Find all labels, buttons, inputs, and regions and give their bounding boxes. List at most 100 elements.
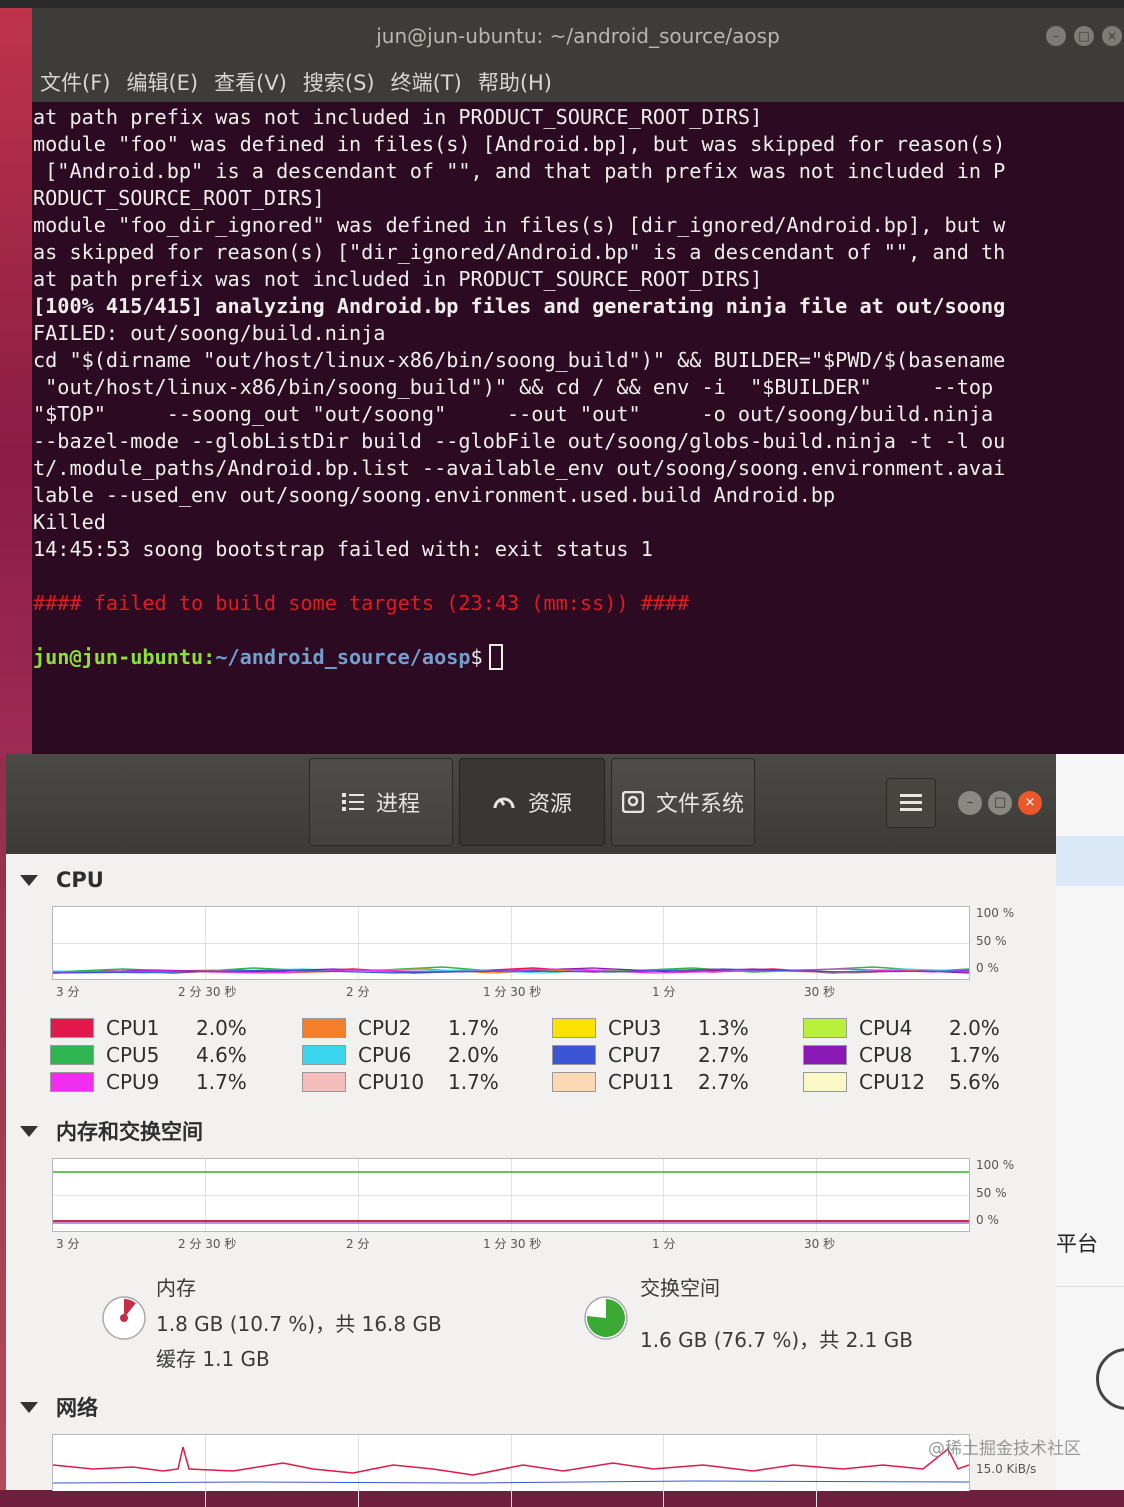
color-swatch[interactable]: [302, 1018, 346, 1038]
color-swatch[interactable]: [552, 1072, 596, 1092]
tab-filesystems[interactable]: 文件系统: [611, 758, 755, 846]
menu-help[interactable]: 帮助(H): [478, 64, 552, 102]
cpu-usage: 1.7%: [448, 1070, 499, 1094]
x-axis-label: 30 秒: [804, 1237, 836, 1251]
cpu-legend-item[interactable]: CPU8 1.7%: [803, 1043, 1009, 1067]
menu-view[interactable]: 查看(V): [214, 64, 287, 102]
x-axis-label: 3 分: [56, 985, 80, 999]
cpu-name: CPU2: [358, 1016, 412, 1040]
prompt-separator: :: [203, 645, 216, 669]
cpu-usage: 1.7%: [196, 1070, 247, 1094]
system-monitor-window[interactable]: 进程 资源 文件系统 – □ × CPU 100 % 50 % 0 % 3 分 …: [6, 754, 1056, 1507]
cpu-legend-item[interactable]: CPU1 2.0%: [50, 1016, 256, 1040]
x-axis-label: 2 分: [346, 1237, 370, 1251]
cpu-section-header[interactable]: CPU: [20, 868, 104, 892]
shell-prompt[interactable]: jun@jun-ubuntu:~/android_source/aosp$: [33, 644, 1123, 671]
build-failed-line: #### failed to build some targets (23:43…: [33, 591, 690, 615]
cpu-legend-item[interactable]: CPU10 1.7%: [302, 1070, 508, 1094]
maximize-icon[interactable]: □: [988, 791, 1012, 815]
x-axis-label: 1 分 30 秒: [483, 985, 542, 999]
list-icon: [341, 793, 364, 811]
memory-pie-icon[interactable]: [100, 1294, 148, 1342]
y-axis-label: 100 %: [976, 1158, 1015, 1172]
network-history-graph: [52, 1434, 970, 1507]
cpu-legend-item[interactable]: CPU5 4.6%: [50, 1043, 256, 1067]
cpu-usage: 2.7%: [698, 1043, 749, 1067]
menu-search[interactable]: 搜索(S): [303, 64, 375, 102]
color-swatch[interactable]: [50, 1045, 94, 1065]
cpu-name: CPU8: [859, 1043, 913, 1067]
menu-edit[interactable]: 编辑(E): [126, 64, 198, 102]
collapse-triangle-icon[interactable]: [20, 874, 38, 886]
swap-usage: 1.6 GB (76.7 %)，共 2.1 GB: [640, 1328, 913, 1352]
x-axis-label: 1 分: [652, 985, 676, 999]
menu-terminal[interactable]: 终端(T): [391, 64, 462, 102]
cpu-legend-item[interactable]: CPU9 1.7%: [50, 1070, 256, 1094]
x-axis-label: 3 分: [56, 1237, 80, 1251]
swap-pie-icon[interactable]: [582, 1294, 630, 1342]
cpu-name: CPU3: [608, 1016, 662, 1040]
terminal-title: jun@jun-ubuntu: ~/android_source/aosp: [376, 24, 780, 48]
minimize-icon[interactable]: –: [958, 791, 982, 815]
cpu-legend-item[interactable]: CPU6 2.0%: [302, 1043, 508, 1067]
collapse-triangle-icon[interactable]: [20, 1125, 38, 1137]
menu-file[interactable]: 文件(F): [40, 64, 110, 102]
cpu-usage: 2.0%: [949, 1016, 1000, 1040]
prompt-symbol: $: [470, 645, 483, 669]
y-axis-label: 0 %: [976, 1213, 999, 1227]
color-swatch[interactable]: [803, 1045, 847, 1065]
memory-lines: [53, 1171, 969, 1224]
cpu-legend-item[interactable]: CPU3 1.3%: [552, 1016, 758, 1040]
cpu-usage: 2.0%: [196, 1016, 247, 1040]
terminal-line: as skipped for reason(s) ["dir_ignored/A…: [33, 240, 1006, 264]
cpu-name: CPU5: [106, 1043, 160, 1067]
cpu-legend-item[interactable]: CPU11 2.7%: [552, 1070, 758, 1094]
cpu-legend-item[interactable]: CPU2 1.7%: [302, 1016, 508, 1040]
x-axis-label: 1 分: [652, 1237, 676, 1251]
x-axis-label: 2 分 30 秒: [178, 985, 237, 999]
network-section-header[interactable]: 网络: [20, 1392, 98, 1422]
color-swatch[interactable]: [803, 1018, 847, 1038]
swap-label: 交换空间: [640, 1276, 720, 1300]
tab-label: 资源: [527, 792, 572, 817]
color-swatch[interactable]: [552, 1018, 596, 1038]
text-cursor: [488, 644, 503, 670]
memory-section-header[interactable]: 内存和交换空间: [20, 1116, 203, 1146]
color-swatch[interactable]: [803, 1072, 847, 1092]
memory-usage: 1.8 GB (10.7 %)，共 16.8 GB: [156, 1312, 442, 1336]
cpu-legend-item[interactable]: CPU7 2.7%: [552, 1043, 758, 1067]
cpu-name: CPU9: [106, 1070, 160, 1094]
terminal-line: at path prefix was not included in PRODU…: [33, 267, 763, 291]
x-axis-label: 30 秒: [804, 985, 836, 999]
terminal-window[interactable]: jun@jun-ubuntu: ~/android_source/aosp – …: [32, 8, 1124, 754]
cpu-legend-item[interactable]: CPU12 5.6%: [803, 1070, 1009, 1094]
cpu-name: CPU6: [358, 1043, 412, 1067]
terminal-output[interactable]: at path prefix was not included in PRODU…: [33, 104, 1123, 754]
cpu-usage: 1.3%: [698, 1016, 749, 1040]
circle-button-icon[interactable]: [1096, 1348, 1124, 1410]
cpu-usage: 5.6%: [949, 1070, 1000, 1094]
background-window[interactable]: 平台: [1050, 754, 1124, 1490]
terminal-line: at path prefix was not included in PRODU…: [33, 105, 763, 129]
minimize-icon[interactable]: –: [1046, 26, 1066, 46]
maximize-icon[interactable]: □: [1074, 26, 1094, 46]
cpu-legend-item[interactable]: CPU4 2.0%: [803, 1016, 1009, 1040]
color-swatch[interactable]: [302, 1072, 346, 1092]
color-swatch[interactable]: [552, 1045, 596, 1065]
terminal-line: ["Android.bp" is a descendant of "", and…: [33, 159, 1006, 183]
terminal-line: Killed: [33, 510, 106, 534]
hamburger-menu-button[interactable]: [886, 778, 936, 828]
color-swatch[interactable]: [50, 1018, 94, 1038]
tab-processes[interactable]: 进程: [309, 758, 453, 846]
terminal-titlebar[interactable]: jun@jun-ubuntu: ~/android_source/aosp – …: [32, 8, 1124, 64]
monitor-headerbar[interactable]: 进程 资源 文件系统 – □ ×: [6, 754, 1056, 854]
tab-resources[interactable]: 资源: [459, 758, 605, 846]
close-icon[interactable]: ×: [1102, 26, 1122, 46]
cpu-name: CPU7: [608, 1043, 662, 1067]
collapse-triangle-icon[interactable]: [20, 1401, 38, 1413]
terminal-line: [100% 415/415] analyzing Android.bp file…: [33, 294, 1006, 318]
close-icon[interactable]: ×: [1018, 791, 1042, 815]
color-swatch[interactable]: [302, 1045, 346, 1065]
color-swatch[interactable]: [50, 1072, 94, 1092]
